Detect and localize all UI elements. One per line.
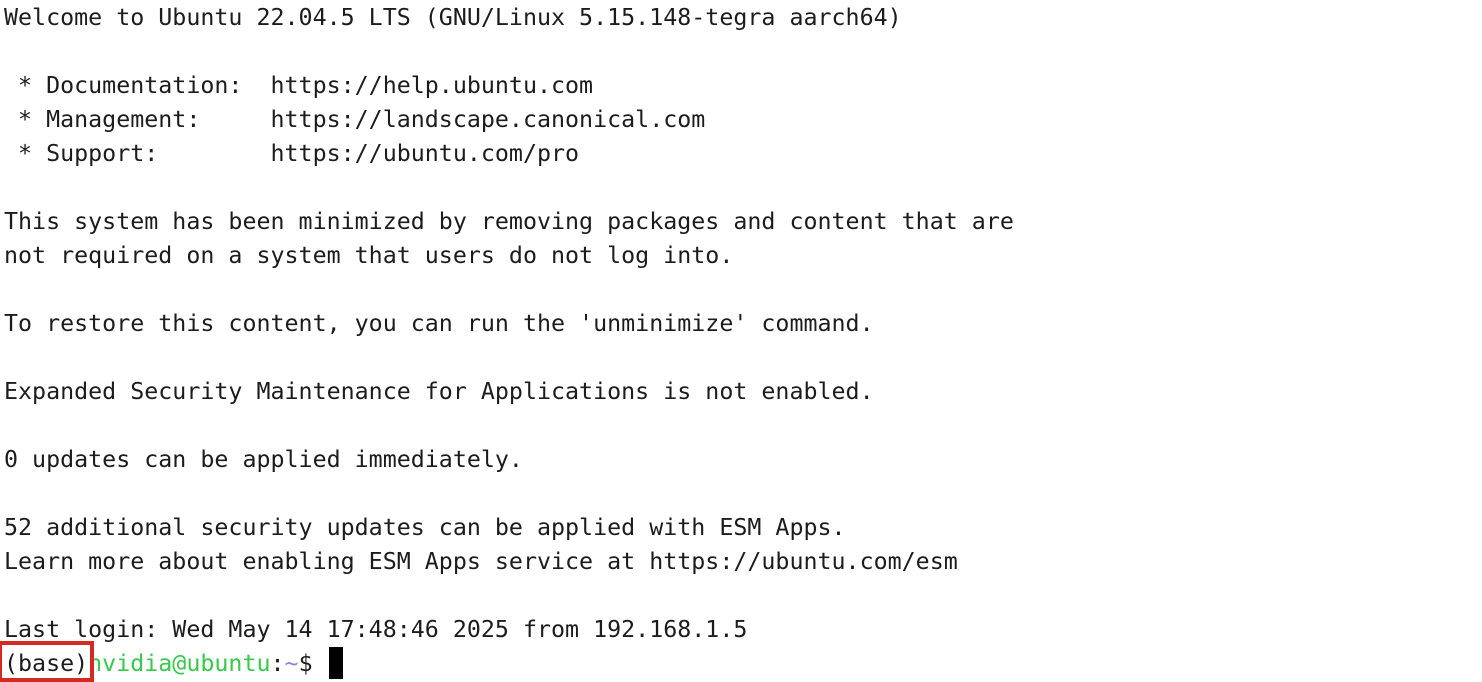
current-path: ~ [284, 650, 299, 677]
restore-line: To restore this content, you can run the… [4, 310, 874, 337]
management-line: * Management: https://landscape.canonica… [4, 106, 706, 133]
esm-status-line: Expanded Security Maintenance for Applic… [4, 378, 874, 405]
last-login-line: Last login: Wed May 14 17:48:46 2025 fro… [4, 616, 748, 643]
text-cursor[interactable] [328, 647, 343, 679]
prompt-separator: : [270, 650, 285, 677]
security-updates-line: 52 additional security updates can be ap… [4, 514, 846, 541]
minimized-line-1: This system has been minimized by removi… [4, 208, 1014, 235]
command-prompt[interactable]: (base) nvidia@ubuntu:~$ [0, 641, 1482, 682]
terminal-window[interactable]: Welcome to Ubuntu 22.04.5 LTS (GNU/Linux… [0, 0, 1482, 682]
conda-env-indicator: (base) [0, 641, 94, 682]
documentation-line: * Documentation: https://help.ubuntu.com [4, 72, 594, 99]
updates-line: 0 updates can be applied immediately. [4, 446, 523, 473]
prompt-symbol: $ [298, 650, 327, 677]
conda-env-label: (base) [4, 650, 89, 677]
learn-more-line: Learn more about enabling ESM Apps servi… [4, 548, 958, 575]
welcome-line: Welcome to Ubuntu 22.04.5 LTS (GNU/Linux… [4, 4, 902, 31]
user-host: nvidia@ubuntu [88, 650, 271, 677]
support-line: * Support: https://ubuntu.com/pro [4, 140, 580, 167]
minimized-line-2: not required on a system that users do n… [4, 242, 734, 269]
